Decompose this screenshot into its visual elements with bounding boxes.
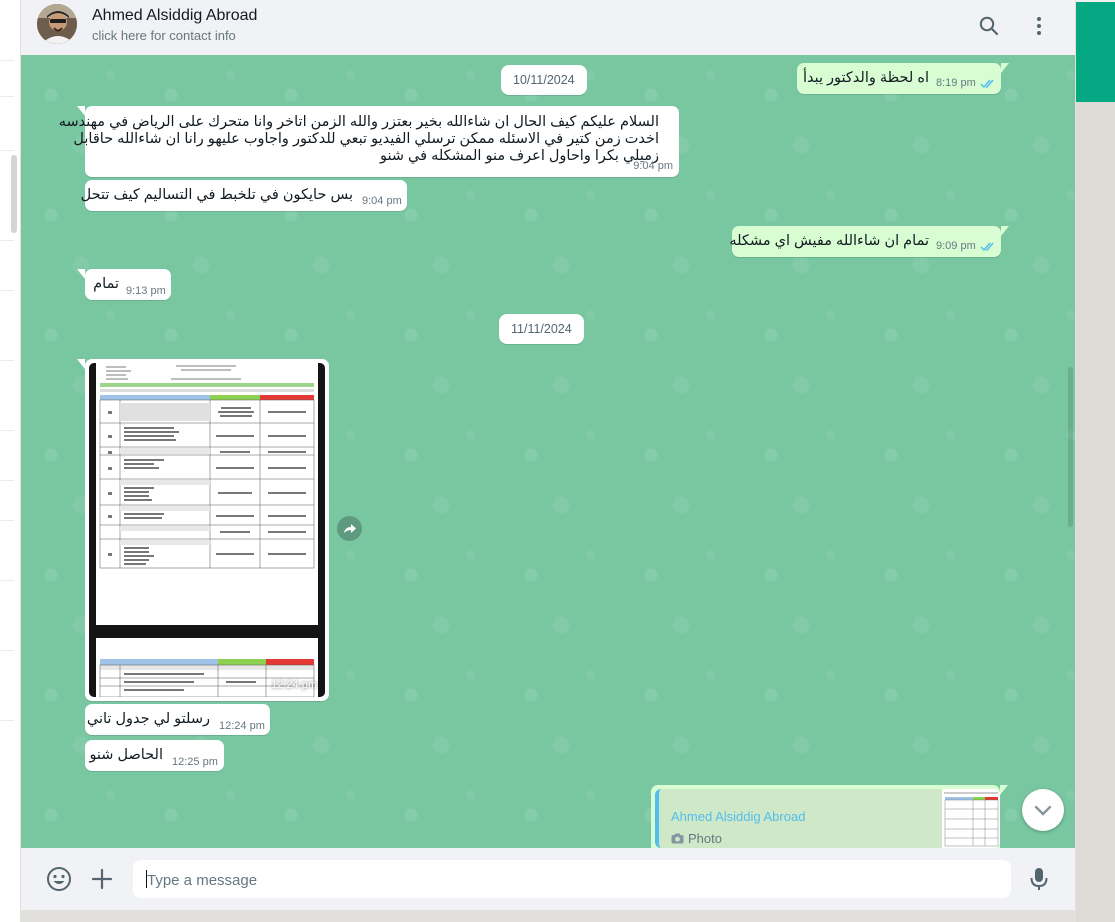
message-input[interactable] — [145, 860, 999, 900]
chevron-down-icon — [1034, 805, 1052, 816]
message-incoming[interactable]: بس حايكون في تلخبط في التساليم كيف تتحل … — [81, 180, 407, 211]
message-time: 9:09 pm — [936, 240, 976, 252]
message-time: 9:04 pm — [633, 160, 673, 172]
message-outgoing[interactable]: اه لحظة والدكتور يبدأ 8:19 pm — [797, 63, 1009, 94]
bubble-tail — [1001, 226, 1009, 236]
message-text-line: زميلي بكرا واحاول اعرف منو المشكله في شن… — [380, 148, 659, 164]
message-incoming-image[interactable]: 12:24 pm — [77, 359, 329, 701]
double-check-icon — [980, 79, 994, 89]
message-area[interactable]: اه لحظة والدكتور يبدأ 8:19 pm 10/11/2024… — [21, 55, 1075, 848]
message-text-line: اخدت زمن كتير في الاسئله ممكن ترسلي الفي… — [73, 131, 659, 147]
message-text-line: السلام عليكم كيف الحال ان شاءالله بخير ب… — [58, 114, 659, 130]
conversation-panel: Ahmed Alsiddig Abroad click here for con… — [21, 0, 1075, 910]
message-outgoing-reply[interactable]: Ahmed Alsiddig Abroad Photo — [651, 785, 1008, 848]
bubble-tail — [77, 269, 85, 279]
date-separator: 11/11/2024 — [499, 314, 584, 344]
quoted-sender: Ahmed Alsiddig Abroad — [671, 809, 806, 824]
document-page — [96, 363, 318, 625]
message-time: 12:24 pm — [271, 679, 317, 691]
message-time: 9:13 pm — [126, 285, 166, 297]
composer-bar — [21, 848, 1075, 910]
message-text: اه لحظة والدكتور يبدأ — [802, 70, 929, 86]
emoji-icon[interactable] — [45, 865, 73, 893]
message-time: 8:19 pm — [936, 77, 976, 89]
quoted-thumbnail — [942, 789, 1000, 848]
quoted-message[interactable]: Ahmed Alsiddig Abroad Photo — [655, 789, 1000, 848]
message-text: تمام — [93, 276, 119, 292]
camera-icon — [671, 833, 684, 844]
chat-list-panel-edge — [0, 0, 21, 922]
bubble-tail — [1001, 63, 1009, 73]
window-background — [1076, 0, 1115, 922]
window-edge — [1076, 0, 1115, 2]
quoted-type-label: Photo — [688, 831, 722, 846]
bubble-tail — [1000, 785, 1008, 795]
message-time: 12:24 pm — [219, 720, 265, 732]
chat-list-scrollbar[interactable] — [11, 155, 17, 233]
message-area-scrollbar[interactable] — [1068, 367, 1073, 527]
message-input-container[interactable] — [133, 860, 1011, 900]
contact-name[interactable]: Ahmed Alsiddig Abroad — [92, 7, 257, 25]
forward-icon[interactable] — [337, 516, 362, 541]
double-check-icon — [980, 242, 994, 252]
conversation-header[interactable]: Ahmed Alsiddig Abroad click here for con… — [21, 0, 1075, 56]
message-text: بس حايكون في تلخبط في التساليم كيف تتحل — [80, 187, 353, 203]
search-icon[interactable] — [977, 14, 1001, 38]
message-outgoing[interactable]: تمام ان شاءالله مفيش اي مشكله 9:09 pm — [729, 226, 1009, 257]
message-incoming[interactable]: تمام 9:13 pm — [77, 269, 171, 300]
scroll-to-bottom-button[interactable] — [1022, 789, 1064, 831]
document-photo[interactable]: 12:24 pm — [89, 363, 325, 697]
message-text: تمام ان شاءالله مفيش اي مشكله — [729, 233, 929, 249]
message-incoming[interactable]: الحاصل شنو 12:25 pm — [85, 740, 224, 771]
app-accent-strip — [1076, 0, 1115, 102]
message-text: رسلتو لي جدول تاني — [86, 711, 210, 727]
quoted-type: Photo — [671, 831, 722, 846]
date-separator: 10/11/2024 — [501, 65, 587, 95]
contact-avatar[interactable] — [37, 4, 77, 44]
plus-icon[interactable] — [88, 865, 116, 893]
message-text: الحاصل شنو — [89, 747, 163, 763]
kebab-menu-icon[interactable] — [1027, 14, 1051, 38]
microphone-icon[interactable] — [1025, 865, 1053, 893]
message-time: 12:25 pm — [172, 756, 218, 768]
contact-info-hint[interactable]: click here for contact info — [92, 28, 236, 43]
bubble-tail — [77, 359, 85, 369]
message-incoming[interactable]: السلام عليكم كيف الحال ان شاءالله بخير ب… — [59, 106, 679, 177]
message-time: 9:04 pm — [362, 195, 402, 207]
message-incoming[interactable]: رسلتو لي جدول تاني 12:24 pm — [85, 704, 270, 735]
